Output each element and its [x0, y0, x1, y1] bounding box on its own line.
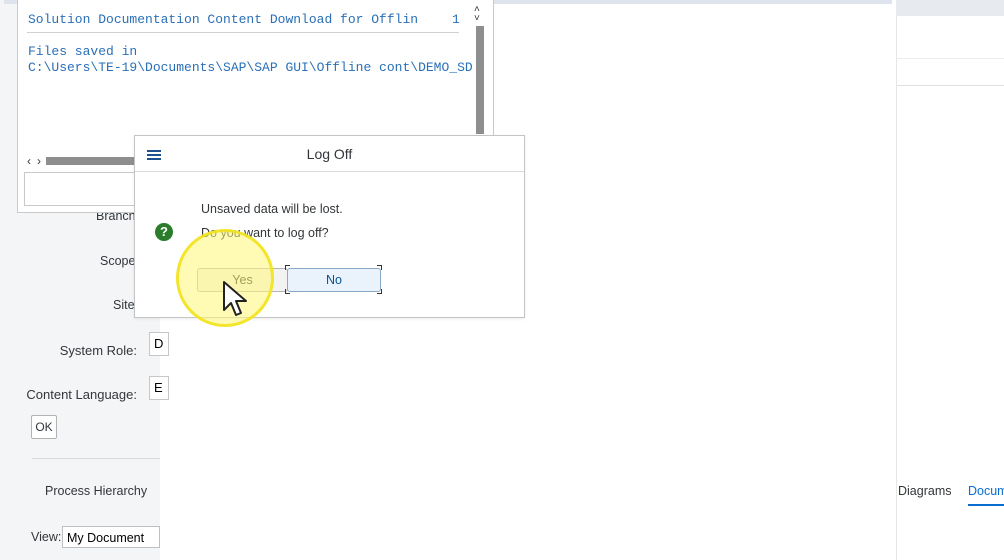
view-label: View: — [31, 530, 62, 544]
tabs-divider — [32, 458, 160, 459]
right-top-strip — [896, 0, 1004, 16]
ok-button[interactable]: OK — [31, 415, 57, 439]
horizontal-scrollbar[interactable] — [46, 157, 134, 165]
system-role-label: System Role: — [59, 343, 137, 358]
dialog-message-warning: Unsaved data will be lost. — [201, 202, 343, 216]
message-title: Solution Documentation Content Download … — [28, 12, 419, 27]
mouse-pointer-icon — [223, 281, 247, 316]
site-label: Site — [113, 298, 135, 312]
no-button[interactable]: No — [287, 268, 381, 292]
right-divider-lower — [897, 85, 1004, 86]
tab-process-hierarchy[interactable]: Process Hierarchy — [45, 484, 147, 498]
tab-documents[interactable]: Docum — [968, 484, 1004, 498]
system-role-field[interactable]: D — [149, 332, 169, 356]
content-language-label: Content Language: — [26, 387, 137, 402]
scroll-left-icon[interactable]: ‹ — [27, 154, 31, 168]
focus-corner-icon — [377, 289, 382, 294]
scope-label: Scope — [100, 254, 136, 268]
dialog-title: Log Off — [306, 146, 353, 162]
question-icon: ? — [155, 223, 173, 241]
scroll-down-icon[interactable]: ˅ — [474, 13, 480, 24]
message-title-divider — [27, 32, 459, 33]
tab-diagrams[interactable]: Diagrams — [898, 484, 952, 498]
message-count: 1 — [452, 12, 460, 27]
message-path: C:\Users\TE-19\Documents\SAP\SAP GUI\Off… — [28, 60, 473, 75]
focus-corner-icon — [285, 289, 290, 294]
message-input-field[interactable] — [24, 172, 135, 206]
content-language-field[interactable]: E — [149, 376, 169, 400]
dialog-header: Log Off — [135, 136, 524, 172]
view-select[interactable]: My Document — [62, 526, 160, 548]
message-line: Files saved in — [28, 44, 138, 59]
right-panel — [896, 0, 1004, 560]
focus-corner-icon — [377, 265, 382, 270]
vertical-scrollbar[interactable] — [476, 26, 484, 134]
focus-corner-icon — [285, 265, 290, 270]
active-tab-indicator — [968, 504, 1004, 506]
right-divider-upper — [897, 58, 1004, 59]
scroll-right-icon[interactable]: › — [37, 154, 41, 168]
